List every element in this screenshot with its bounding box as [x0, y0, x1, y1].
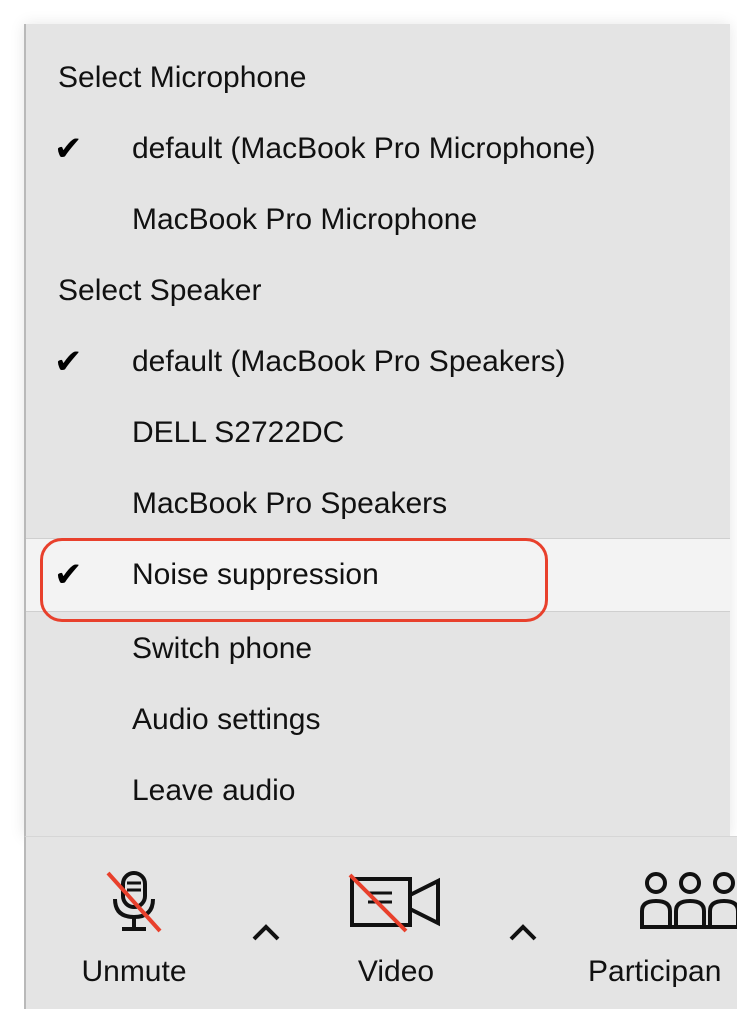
video-label: Video: [357, 955, 435, 988]
participants-label: Participan: [588, 955, 722, 988]
noise-suppression-label: Noise suppression: [132, 558, 379, 591]
participants-button[interactable]: Participan: [586, 837, 737, 1009]
select-microphone-header: Select Microphone: [26, 46, 730, 110]
speaker-option-default[interactable]: ✔ default (MacBook Pro Speakers): [26, 330, 730, 394]
noise-suppression-toggle[interactable]: ✔ Noise suppression: [26, 538, 730, 612]
participants-icon: [638, 869, 737, 940]
speaker-option-macbook-pro[interactable]: MacBook Pro Speakers: [26, 472, 730, 536]
audio-settings-item[interactable]: Audio settings: [26, 688, 730, 752]
audio-settings-label: Audio settings: [132, 703, 321, 736]
switch-phone-item[interactable]: Switch phone: [26, 617, 730, 681]
unmute-label: Unmute: [81, 955, 187, 988]
checkmark-icon: ✔: [54, 129, 83, 169]
switch-phone-label: Switch phone: [132, 632, 313, 665]
microphone-option-label: default (MacBook Pro Microphone): [132, 132, 596, 165]
meeting-toolbar: Unmute Video Participan: [24, 836, 737, 1009]
audio-options-menu: Select Microphone ✔ default (MacBook Pro…: [24, 24, 730, 836]
checkmark-icon: ✔: [54, 342, 83, 382]
video-button[interactable]: Video: [316, 837, 476, 1009]
speaker-option-label: DELL S2722DC: [132, 416, 345, 449]
microphone-option-default[interactable]: ✔ default (MacBook Pro Microphone): [26, 117, 730, 181]
video-off-icon: [346, 869, 446, 940]
leave-audio-item[interactable]: Leave audio: [26, 759, 730, 823]
microphone-option-macbook-pro[interactable]: MacBook Pro Microphone: [26, 188, 730, 252]
speaker-option-label: default (MacBook Pro Speakers): [132, 345, 566, 378]
unmute-button[interactable]: Unmute: [54, 837, 214, 1009]
select-speaker-label: Select Speaker: [58, 274, 262, 307]
leave-audio-label: Leave audio: [132, 774, 296, 807]
video-options-chevron-up-icon[interactable]: [506, 917, 540, 947]
select-microphone-label: Select Microphone: [58, 61, 307, 94]
microphone-option-label: MacBook Pro Microphone: [132, 203, 478, 236]
speaker-option-dell[interactable]: DELL S2722DC: [26, 401, 730, 465]
select-speaker-header: Select Speaker: [26, 259, 730, 323]
speaker-option-label: MacBook Pro Speakers: [132, 487, 448, 520]
audio-options-chevron-up-icon[interactable]: [249, 917, 283, 947]
checkmark-icon: ✔: [54, 555, 83, 595]
microphone-muted-icon: [102, 869, 166, 940]
